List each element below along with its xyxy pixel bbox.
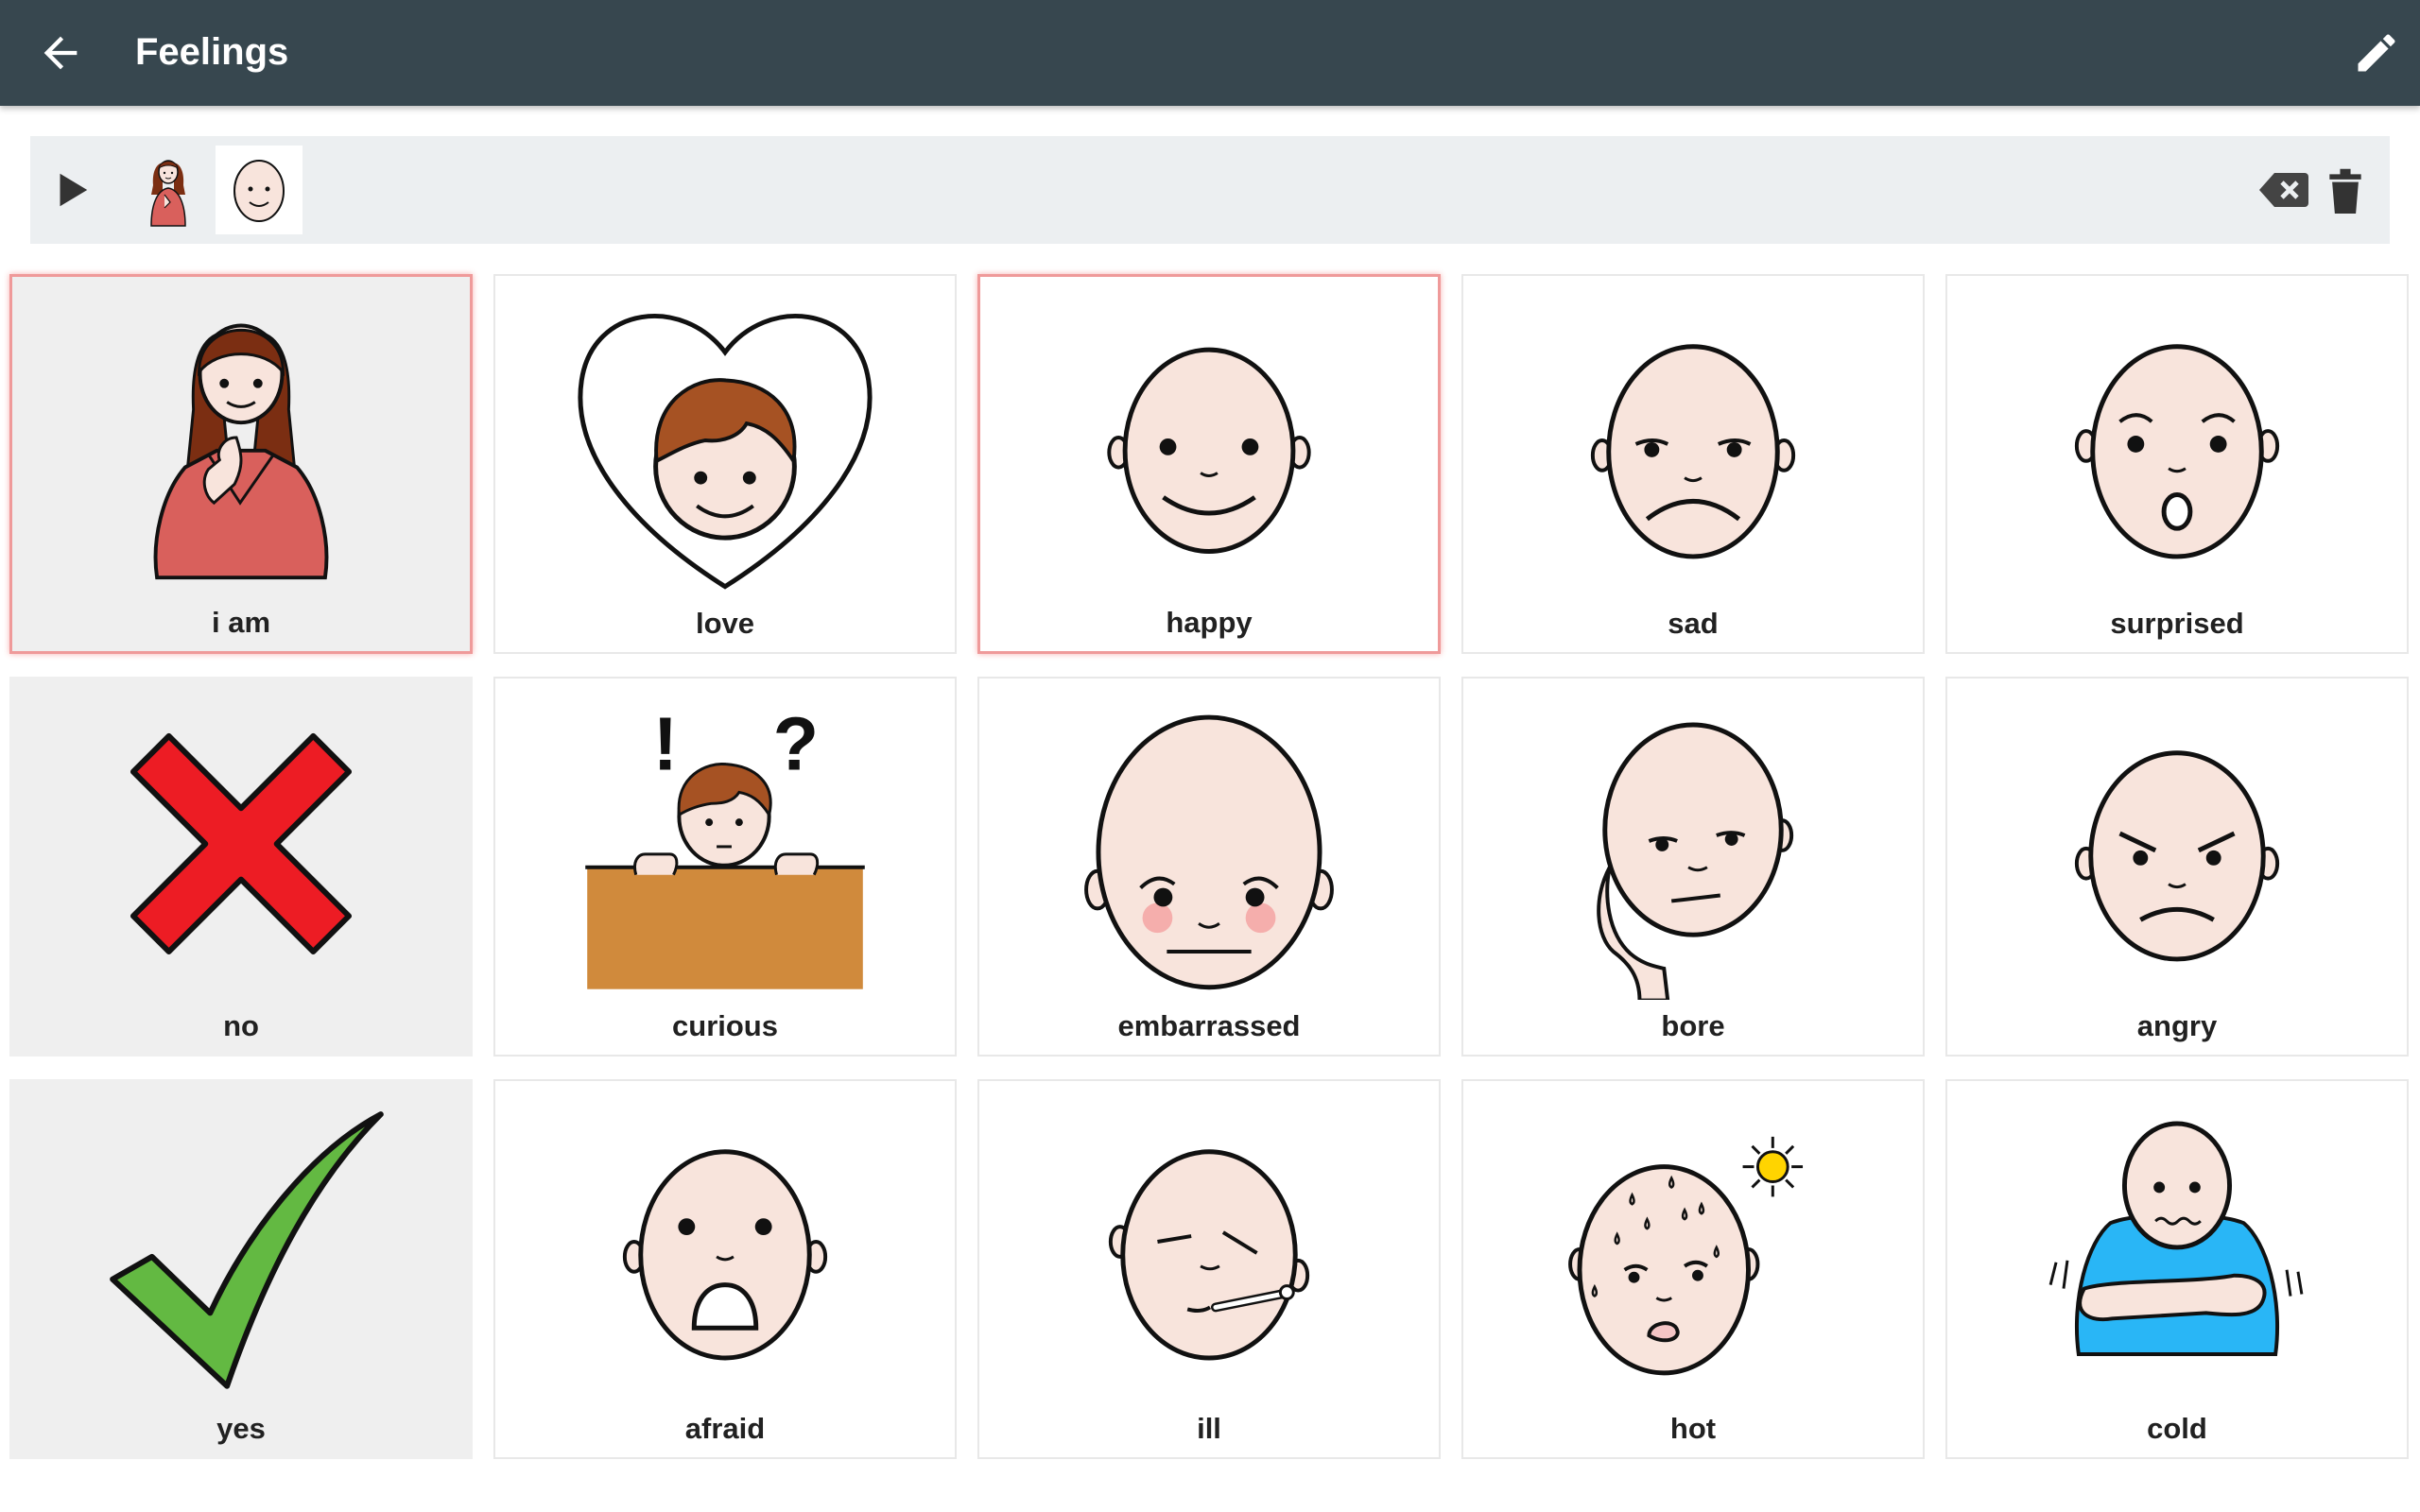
red-cross-icon bbox=[130, 732, 353, 954]
app-bar: Feelings bbox=[0, 0, 2420, 106]
sentence-symbol-happy[interactable] bbox=[216, 146, 302, 234]
tile-label: bore bbox=[1661, 1009, 1725, 1042]
bored-face-icon bbox=[1597, 722, 1794, 1000]
boy-in-heart-icon bbox=[578, 314, 873, 590]
tile-label: surprised bbox=[2110, 607, 2244, 640]
tile-love[interactable]: love bbox=[493, 274, 957, 654]
tile-label: hot bbox=[1669, 1412, 1717, 1445]
tile-label: angry bbox=[2136, 1009, 2218, 1042]
tile-happy[interactable]: happy bbox=[977, 274, 1441, 654]
backspace-icon[interactable] bbox=[2259, 170, 2308, 210]
tile-embarrassed[interactable]: embarrassed bbox=[977, 677, 1441, 1057]
tile-afraid[interactable]: afraid bbox=[493, 1079, 957, 1459]
tile-label: cold bbox=[2147, 1412, 2207, 1445]
surprised-face-icon bbox=[2074, 344, 2280, 559]
sentence-symbol-i-am[interactable] bbox=[125, 146, 212, 234]
trash-icon[interactable] bbox=[2325, 166, 2365, 214]
green-check-icon bbox=[110, 1111, 384, 1389]
tile-label: afraid bbox=[684, 1412, 766, 1445]
curious-boy-icon: ! ? bbox=[585, 702, 865, 989]
sentence-bar bbox=[30, 136, 2390, 244]
tile-label: curious bbox=[672, 1009, 778, 1042]
tile-label: embarrassed bbox=[1117, 1009, 1301, 1042]
svg-text:?: ? bbox=[773, 702, 819, 786]
embarrassed-face-icon bbox=[1084, 714, 1334, 990]
tile-yes[interactable]: yes bbox=[9, 1079, 473, 1459]
tile-label: sad bbox=[1668, 607, 1719, 640]
tile-label: yes bbox=[216, 1412, 266, 1445]
tile-label: happy bbox=[1166, 606, 1253, 639]
tile-label: i am bbox=[211, 606, 271, 639]
afraid-face-icon bbox=[622, 1149, 828, 1361]
tile-label: love bbox=[695, 607, 755, 640]
svg-text:!: ! bbox=[653, 702, 678, 786]
play-icon[interactable] bbox=[49, 168, 93, 212]
tile-hot[interactable]: hot bbox=[1461, 1079, 1925, 1459]
happy-face-icon bbox=[1107, 347, 1311, 554]
tile-no[interactable]: no bbox=[9, 677, 473, 1057]
page-title: Feelings bbox=[135, 31, 289, 73]
tile-cold[interactable]: cold bbox=[1945, 1079, 2409, 1459]
tile-angry[interactable]: angry bbox=[1945, 677, 2409, 1057]
tile-curious[interactable]: ! ? curious bbox=[493, 677, 957, 1057]
sad-face-icon bbox=[1590, 344, 1796, 559]
woman-pointing-self-icon bbox=[153, 323, 329, 580]
cold-boy-icon bbox=[2048, 1121, 2304, 1357]
tile-label: ill bbox=[1197, 1412, 1221, 1445]
angry-face-icon bbox=[2074, 750, 2280, 962]
tile-ill[interactable]: ill bbox=[977, 1079, 1441, 1459]
hot-face-icon bbox=[1568, 1136, 1804, 1376]
tile-sad[interactable]: sad bbox=[1461, 274, 1925, 654]
ill-face-icon bbox=[1108, 1149, 1310, 1361]
tile-surprised[interactable]: surprised bbox=[1945, 274, 2409, 654]
tile-i-am[interactable]: i am bbox=[9, 274, 473, 654]
arrow-back-icon[interactable] bbox=[36, 28, 85, 77]
tile-label: no bbox=[223, 1009, 259, 1042]
tile-bore[interactable]: bore bbox=[1461, 677, 1925, 1057]
pencil-edit-icon[interactable] bbox=[2352, 28, 2401, 77]
